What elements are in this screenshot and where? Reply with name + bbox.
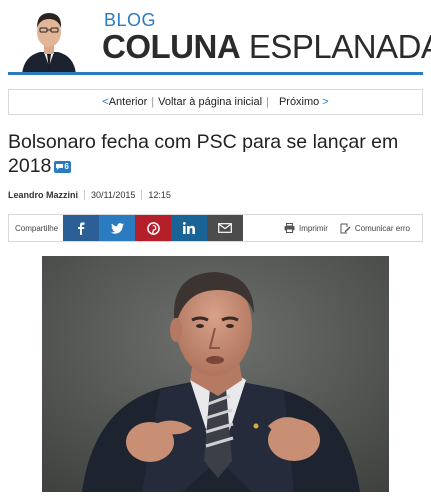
article-title: Bolsonaro fecha com PSC para se lançar e… (8, 130, 423, 178)
share-actions: Imprimir Comunicar erro (272, 215, 422, 241)
publish-time: 12:15 (148, 190, 171, 200)
edit-note-icon (340, 223, 351, 233)
meta-divider (84, 190, 86, 200)
publish-date: 30/11/2015 (91, 190, 136, 200)
linkedin-share-button[interactable] (171, 215, 207, 241)
twitter-share-button[interactable] (99, 215, 135, 241)
comment-count: 6 (64, 161, 69, 171)
print-label: Imprimir (298, 223, 328, 233)
linkedin-icon (183, 222, 195, 234)
article-meta: Leandro Mazzini 30/11/2015 12:15 (8, 190, 171, 200)
politician-photo (42, 256, 389, 492)
next-link[interactable]: Próximo (279, 96, 319, 108)
next-arrow-icon: > (322, 96, 329, 108)
nav-separator: | (266, 96, 269, 108)
site-header: BLOG COLUNA ESPLANADA (0, 0, 431, 76)
author-name[interactable]: Leandro Mazzini (8, 190, 78, 200)
nav-separator: | (151, 96, 155, 108)
share-label: Compartilhe (15, 223, 59, 233)
twitter-icon (110, 222, 124, 234)
article-photo (42, 256, 389, 492)
printer-icon (284, 223, 295, 233)
print-button[interactable]: Imprimir (284, 223, 328, 233)
comment-count-badge[interactable]: 6 (54, 160, 71, 173)
home-link[interactable]: Voltar à página inicial (158, 96, 262, 108)
brand-light: ESPLANADA (248, 28, 431, 65)
facebook-share-button[interactable] (63, 215, 99, 241)
meta-divider (141, 190, 143, 200)
header-divider (8, 72, 423, 75)
comment-icon (56, 163, 64, 170)
email-icon (218, 223, 232, 233)
post-navigation: < Anterior | Voltar à página inicial | P… (8, 89, 423, 115)
report-error-label: Comunicar erro (354, 223, 410, 233)
previous-link[interactable]: Anterior (109, 96, 148, 108)
site-logo[interactable]: COLUNA ESPLANADA (102, 28, 431, 66)
pinterest-icon (146, 221, 160, 235)
report-error-button[interactable]: Comunicar erro (340, 223, 410, 234)
brand-bold: COLUNA (102, 28, 241, 65)
pinterest-share-button[interactable] (135, 215, 171, 241)
share-bar: Compartilhe Imprimir Comunicar erro (8, 214, 423, 242)
facebook-icon (78, 221, 85, 235)
columnist-avatar (22, 13, 76, 74)
email-share-button[interactable] (207, 215, 243, 241)
